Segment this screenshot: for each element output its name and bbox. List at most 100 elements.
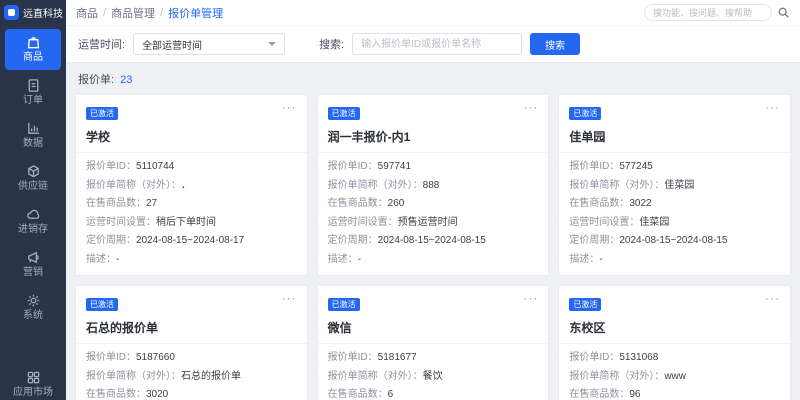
field-label: 在售商品数： xyxy=(86,197,146,211)
main-area: 商品 / 商品管理 / 报价单管理 运营时间: 全部运营时间 搜索: xyxy=(66,0,800,400)
search-icon[interactable] xyxy=(777,6,790,19)
field-label: 运营时间设置： xyxy=(569,216,639,230)
quote-search-input[interactable] xyxy=(352,33,522,55)
operating-time-label: 运营时间: xyxy=(78,36,125,52)
content-area: 报价单: 23 已激活 ··· 学校 报价单ID：5110744 报价单简称（对… xyxy=(66,63,800,400)
field-label: 在售商品数： xyxy=(569,388,629,400)
field-value: - xyxy=(599,253,602,267)
sidebar-item-label: 订单 xyxy=(23,95,43,106)
breadcrumb-separator: / xyxy=(103,7,106,19)
field-value: 5181677 xyxy=(378,351,417,365)
sidebar-item-goods[interactable]: 商品 xyxy=(5,29,61,70)
operating-time-value: 全部运营时间 xyxy=(142,37,202,52)
field-label: 报价单ID： xyxy=(86,160,136,174)
field-value: 2024-08-15~2024-08-15 xyxy=(378,234,486,248)
card-header: 已激活 ··· 润一丰报价-内1 xyxy=(318,95,549,152)
megaphone-icon xyxy=(26,250,41,265)
sidebar-item-label: 商品 xyxy=(23,52,43,63)
cloud-icon xyxy=(26,207,41,222)
sidebar-item-marketing[interactable]: 营销 xyxy=(5,244,61,285)
field-value: 稍后下单时间 xyxy=(156,216,216,230)
field-value: 石总的报价单 xyxy=(181,370,241,384)
field-label: 报价单ID： xyxy=(86,351,136,365)
quote-card: 已激活 ··· 润一丰报价-内1 报价单ID：597741 报价单简称（对外）：… xyxy=(317,94,550,276)
card-body: 报价单ID：597741 报价单简称（对外）：888 在售商品数：260 运营时… xyxy=(318,152,549,275)
quote-card: 已激活 ··· 微信 报价单ID：5181677 报价单简称（对外）：餐饮 在售… xyxy=(317,285,550,400)
more-actions-icon[interactable]: ··· xyxy=(523,291,538,305)
field-value: 3020 xyxy=(146,388,168,400)
more-actions-icon[interactable]: ··· xyxy=(282,100,297,114)
field-value: 餐饮 xyxy=(423,370,443,384)
field-label: 描述： xyxy=(328,253,358,267)
field-label: 报价单简称（对外）： xyxy=(86,370,181,384)
more-actions-icon[interactable]: ··· xyxy=(523,100,538,114)
operating-time-select[interactable]: 全部运营时间 xyxy=(133,33,285,55)
field-value: 577245 xyxy=(619,160,652,174)
field-label: 运营时间设置： xyxy=(86,216,156,230)
global-search-input[interactable] xyxy=(644,4,772,21)
field-value: www xyxy=(664,370,686,384)
card-title: 石总的报价单 xyxy=(86,319,297,336)
filter-bar: 运营时间: 全部运营时间 搜索: 搜索 xyxy=(66,26,800,63)
chart-icon xyxy=(26,121,41,136)
breadcrumb-item-goods[interactable]: 商品 xyxy=(76,5,98,21)
more-actions-icon[interactable]: ··· xyxy=(765,291,780,305)
app-grid-icon xyxy=(26,370,41,385)
chevron-down-icon xyxy=(268,42,276,46)
sidebar-item-app-market[interactable]: 应用市场 xyxy=(0,364,66,400)
sidebar-item-label: 应用市场 xyxy=(13,387,53,398)
quote-card: 已激活 ··· 东校区 报价单ID：5131068 报价单简称（对外）：www … xyxy=(558,285,791,400)
quote-card: 已激活 ··· 佳单园 报价单ID：577245 报价单简称（对外）：佳菜园 在… xyxy=(558,94,791,276)
sidebar-nav: 商品 订单 数据 供应链 xyxy=(0,28,66,400)
field-label: 报价单简称（对外）： xyxy=(328,179,423,193)
sidebar-item-label: 系统 xyxy=(23,310,43,321)
field-label: 描述： xyxy=(86,253,116,267)
field-label: 描述： xyxy=(569,253,599,267)
field-value: 预售运营时间 xyxy=(398,216,458,230)
card-body: 报价单ID：577245 报价单简称（对外）：佳菜园 在售商品数：3022 运营… xyxy=(559,152,790,275)
field-label: 在售商品数： xyxy=(86,388,146,400)
field-value: 佳菜园 xyxy=(664,179,694,193)
field-value: 260 xyxy=(388,197,405,211)
field-value: 2024-08-15~2024-08-17 xyxy=(136,234,244,248)
sidebar-item-label: 进销存 xyxy=(18,224,48,235)
summary-row: 报价单: 23 xyxy=(66,63,800,94)
breadcrumb-item-goods-management[interactable]: 商品管理 xyxy=(111,5,155,21)
sidebar: 远直科技 商品 订单 数据 xyxy=(0,0,66,400)
sidebar-item-system[interactable]: 系统 xyxy=(5,287,61,328)
search-button[interactable]: 搜索 xyxy=(530,33,580,55)
logo-icon xyxy=(4,5,19,20)
status-badge: 已激活 xyxy=(328,107,360,120)
logo-text: 远直科技 xyxy=(23,5,63,20)
card-title: 学校 xyxy=(86,128,297,145)
card-body: 报价单ID：5181677 报价单简称（对外）：餐饮 在售商品数：6 运营时间设… xyxy=(318,343,549,400)
field-value: 2024-08-15~2024-08-15 xyxy=(619,234,727,248)
breadcrumb-item-quote-management[interactable]: 报价单管理 xyxy=(168,5,223,21)
sidebar-item-supply-chain[interactable]: 供应链 xyxy=(5,158,61,199)
field-value: 6 xyxy=(388,388,394,400)
field-value: 888 xyxy=(423,179,440,193)
sidebar-item-data[interactable]: 数据 xyxy=(5,115,61,156)
field-label: 报价单简称（对外）： xyxy=(86,179,181,193)
field-label: 定价周期： xyxy=(86,234,136,248)
card-header: 已激活 ··· 石总的报价单 xyxy=(76,286,307,343)
field-label: 报价单ID： xyxy=(569,160,619,174)
sidebar-item-orders[interactable]: 订单 xyxy=(5,72,61,113)
card-header: 已激活 ··· 微信 xyxy=(318,286,549,343)
breadcrumb-separator: / xyxy=(160,7,163,19)
sidebar-item-label: 供应链 xyxy=(18,181,48,192)
quote-count-label: 报价单: xyxy=(78,74,114,86)
more-actions-icon[interactable]: ··· xyxy=(282,291,297,305)
quote-card-grid: 已激活 ··· 学校 报价单ID：5110744 报价单简称（对外）：． 在售商… xyxy=(66,94,800,400)
field-label: 报价单简称（对外）： xyxy=(569,179,664,193)
shopping-bag-icon xyxy=(26,35,41,50)
more-actions-icon[interactable]: ··· xyxy=(765,100,780,114)
quote-card: 已激活 ··· 石总的报价单 报价单ID：5187660 报价单简称（对外）：石… xyxy=(75,285,308,400)
field-value: ． xyxy=(181,179,191,193)
field-label: 报价单简称（对外）： xyxy=(569,370,664,384)
card-body: 报价单ID：5131068 报价单简称（对外）：www 在售商品数：96 运营时… xyxy=(559,343,790,400)
card-body: 报价单ID：5110744 报价单简称（对外）：． 在售商品数：27 运营时间设… xyxy=(76,152,307,275)
cube-icon xyxy=(26,164,41,179)
field-value: 5187660 xyxy=(136,351,175,365)
sidebar-item-inventory[interactable]: 进销存 xyxy=(5,201,61,242)
